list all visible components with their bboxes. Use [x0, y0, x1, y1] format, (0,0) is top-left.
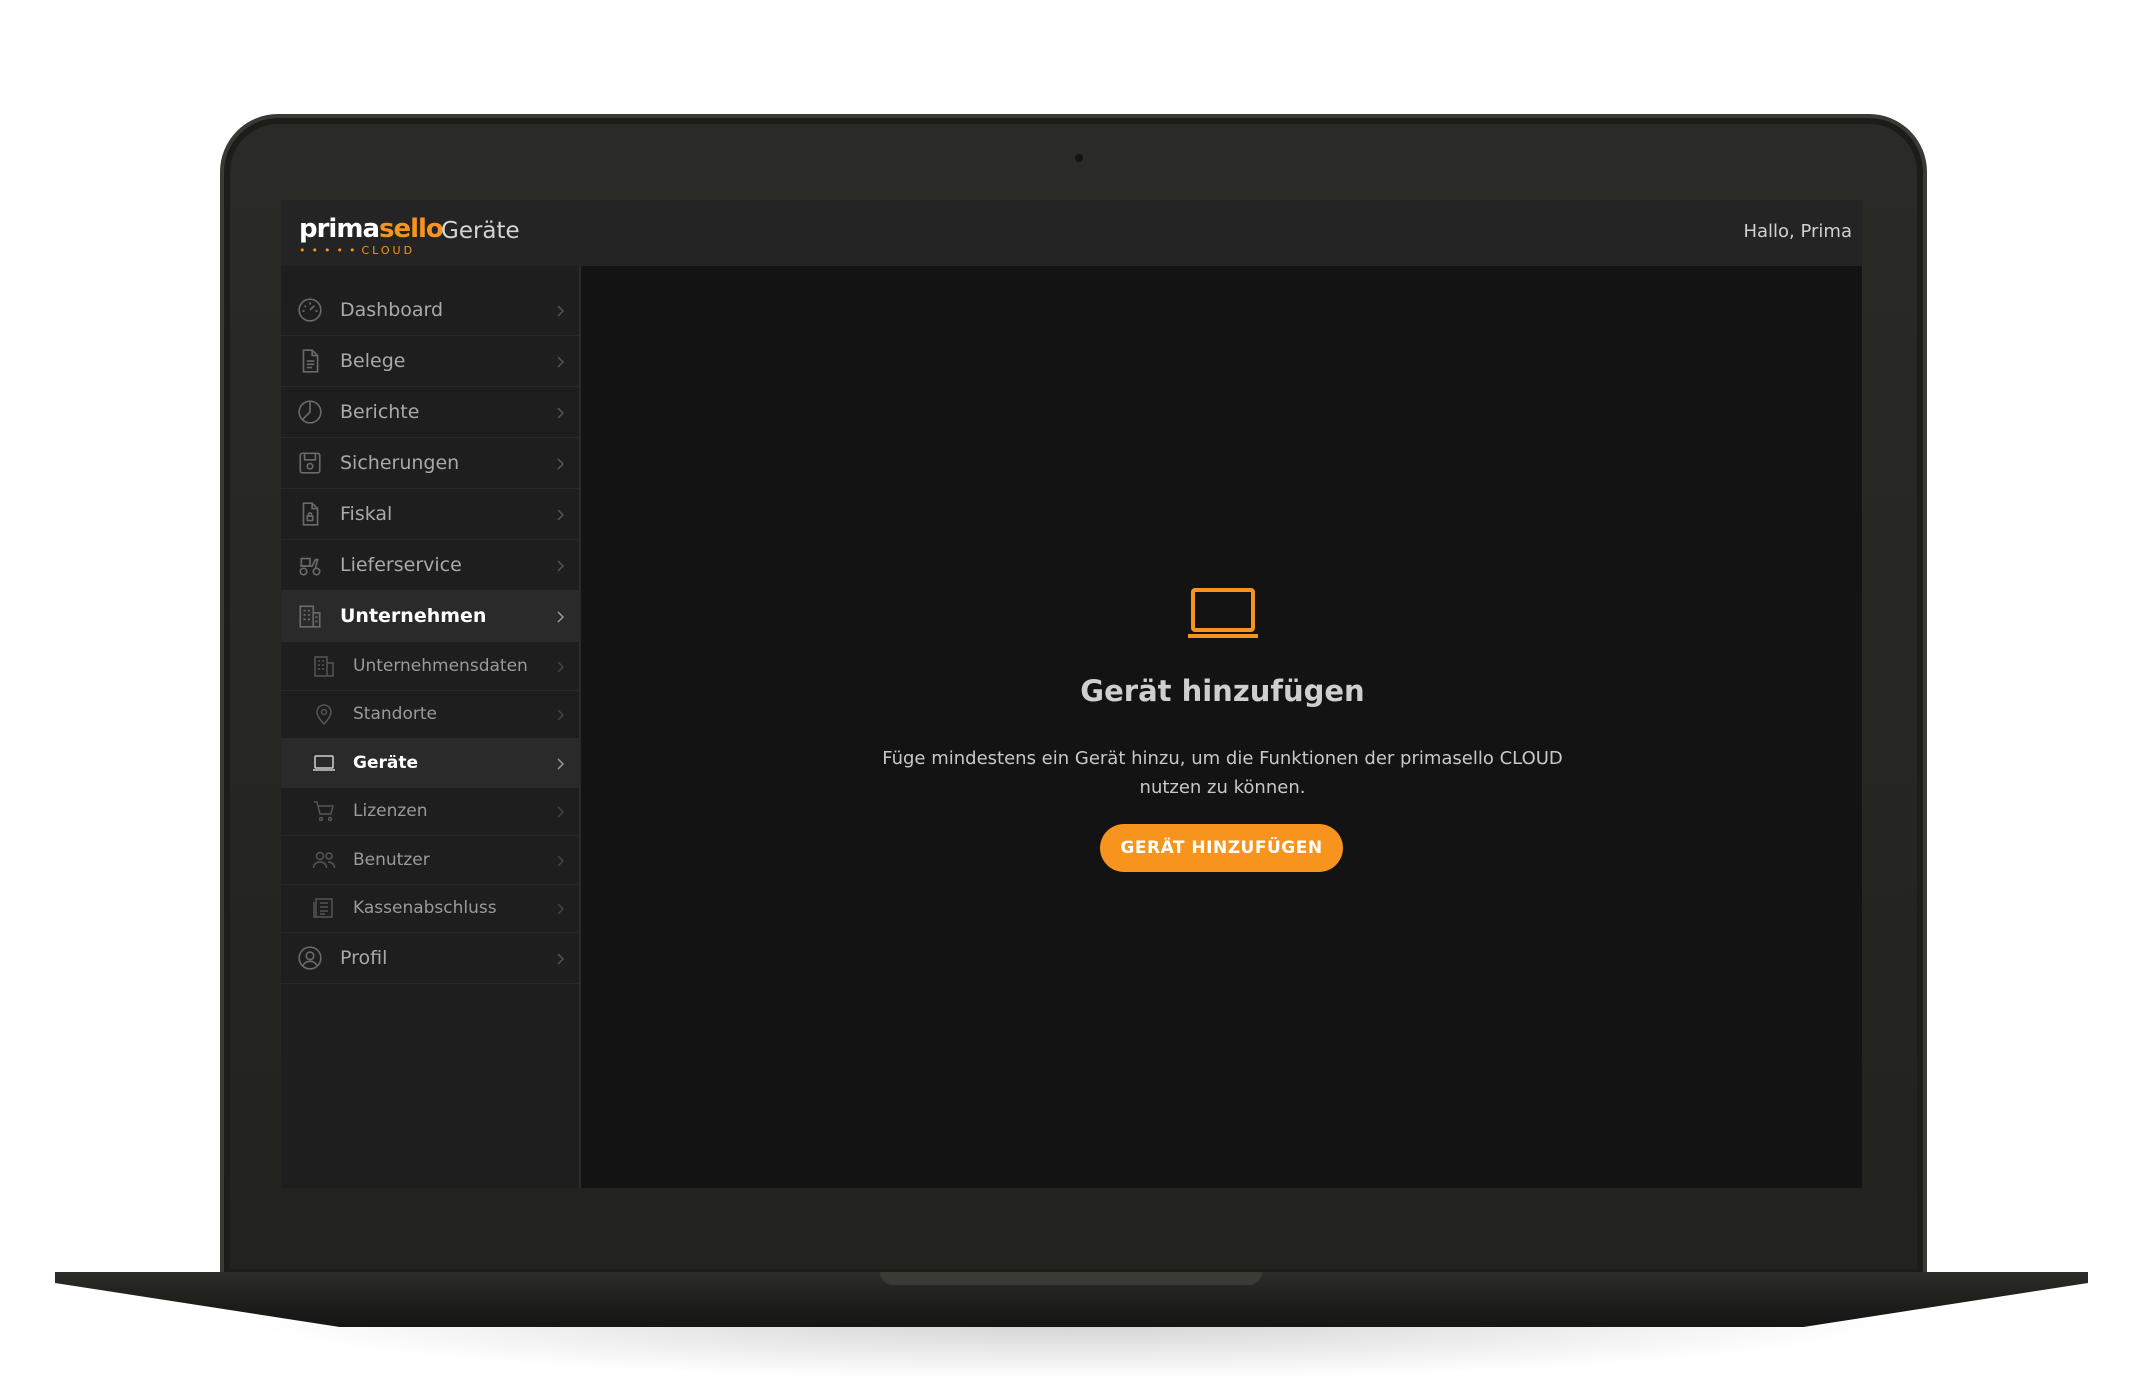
chevron-right-icon	[553, 756, 567, 770]
sidebar-item-label: Profil	[340, 947, 388, 969]
chevron-right-icon	[553, 804, 567, 818]
sidebar-item-label: Lieferservice	[340, 554, 462, 576]
page-title: Geräte	[441, 218, 520, 244]
sidebar-item-label: Geräte	[353, 752, 418, 773]
sidebar-item-label: Benutzer	[353, 849, 430, 870]
chevron-right-icon	[553, 853, 567, 867]
sidebar-item-label: Dashboard	[340, 299, 444, 321]
sidebar-item-belege[interactable]: Belege	[281, 336, 581, 387]
sidebar-subitem-standorte[interactable]: Standorte	[281, 691, 581, 739]
main-content: Gerät hinzufügen Füge mindestens ein Ger…	[583, 266, 1862, 1188]
sidebar-item-label: Kassenabschluss	[353, 898, 497, 919]
floppy-disk-icon	[297, 450, 323, 476]
pie-chart-icon	[297, 399, 323, 425]
sidebar-item-label: Standorte	[353, 704, 437, 725]
speedometer-icon	[297, 297, 323, 323]
chevron-right-icon	[553, 951, 567, 965]
sidebar-item-fiskal[interactable]: Fiskal	[281, 489, 581, 540]
building-icon	[312, 654, 336, 678]
sidebar-item-profil[interactable]: Profil	[281, 933, 581, 984]
empty-state-title: Gerät hinzufügen	[1080, 674, 1365, 708]
sidebar-item-label: Unternehmen	[340, 605, 487, 627]
sidebar-item-unternehmen[interactable]: Unternehmen	[281, 591, 581, 642]
chevron-right-icon	[553, 303, 567, 317]
logo-sub: CLOUD	[361, 244, 416, 257]
sidebar-subitem-benutzer[interactable]: Benutzer	[281, 836, 581, 885]
logo-main: prima	[299, 214, 380, 244]
app-screen: primasello •••••CLOUD Geräte Hallo, Prim…	[281, 200, 1862, 1188]
chevron-right-icon	[553, 659, 567, 673]
laptop-icon	[312, 751, 336, 775]
location-pin-icon	[312, 702, 336, 726]
sidebar-item-sicherungen[interactable]: Sicherungen	[281, 438, 581, 489]
sidebar-item-berichte[interactable]: Berichte	[281, 387, 581, 438]
delivery-scooter-icon	[297, 552, 323, 578]
chevron-right-icon	[553, 507, 567, 521]
laptop-icon	[1187, 586, 1259, 640]
sidebar-item-label: Berichte	[340, 401, 420, 423]
empty-state-description: Füge mindestens ein Gerät hinzu, um die …	[882, 748, 1563, 798]
register-report-icon	[312, 896, 336, 920]
chevron-right-icon	[553, 354, 567, 368]
logo-accent: sello	[378, 214, 444, 244]
chevron-right-icon	[553, 558, 567, 572]
chevron-right-icon	[553, 405, 567, 419]
sidebar-item-label: Lizenzen	[353, 801, 428, 822]
user-circle-icon	[297, 945, 323, 971]
top-bar: primasello •••••CLOUD Geräte Hallo, Prim…	[281, 200, 1862, 266]
sidebar-subitem-geraete[interactable]: Geräte	[281, 739, 581, 788]
laptop-shadow	[240, 1320, 1903, 1380]
sidebar-item-label: Belege	[340, 350, 406, 372]
chevron-right-icon	[553, 707, 567, 721]
document-icon	[297, 348, 323, 374]
camera	[1075, 154, 1083, 162]
locked-document-icon	[297, 501, 323, 527]
chevron-right-icon	[553, 609, 567, 623]
users-icon	[312, 848, 336, 872]
primasello-logo[interactable]: primasello •••••CLOUD	[299, 214, 444, 257]
sidebar-subitem-lizenzen[interactable]: Lizenzen	[281, 788, 581, 836]
user-greeting[interactable]: Hallo, Prima	[1743, 221, 1852, 242]
logo-dots: •••••	[299, 244, 362, 257]
chevron-right-icon	[553, 901, 567, 915]
sidebar: Dashboard Belege Berichte Sicherungen Fi…	[281, 266, 581, 1188]
laptop-notch	[880, 1272, 1262, 1285]
sidebar-subitem-unternehmensdaten[interactable]: Unternehmensdaten	[281, 642, 581, 691]
sidebar-subitem-kassenabschluss[interactable]: Kassenabschluss	[281, 885, 581, 933]
building-icon	[297, 603, 323, 629]
sidebar-item-label: Fiskal	[340, 503, 393, 525]
sidebar-item-label: Sicherungen	[340, 452, 460, 474]
shopping-cart-icon	[312, 799, 336, 823]
sidebar-item-dashboard[interactable]: Dashboard	[281, 285, 581, 336]
sidebar-item-lieferservice[interactable]: Lieferservice	[281, 540, 581, 591]
add-device-button[interactable]: GERÄT HINZUFÜGEN	[1100, 824, 1343, 872]
sidebar-nav: Dashboard Belege Berichte Sicherungen Fi…	[281, 285, 581, 984]
sidebar-item-label: Unternehmensdaten	[353, 655, 528, 676]
chevron-right-icon	[553, 456, 567, 470]
